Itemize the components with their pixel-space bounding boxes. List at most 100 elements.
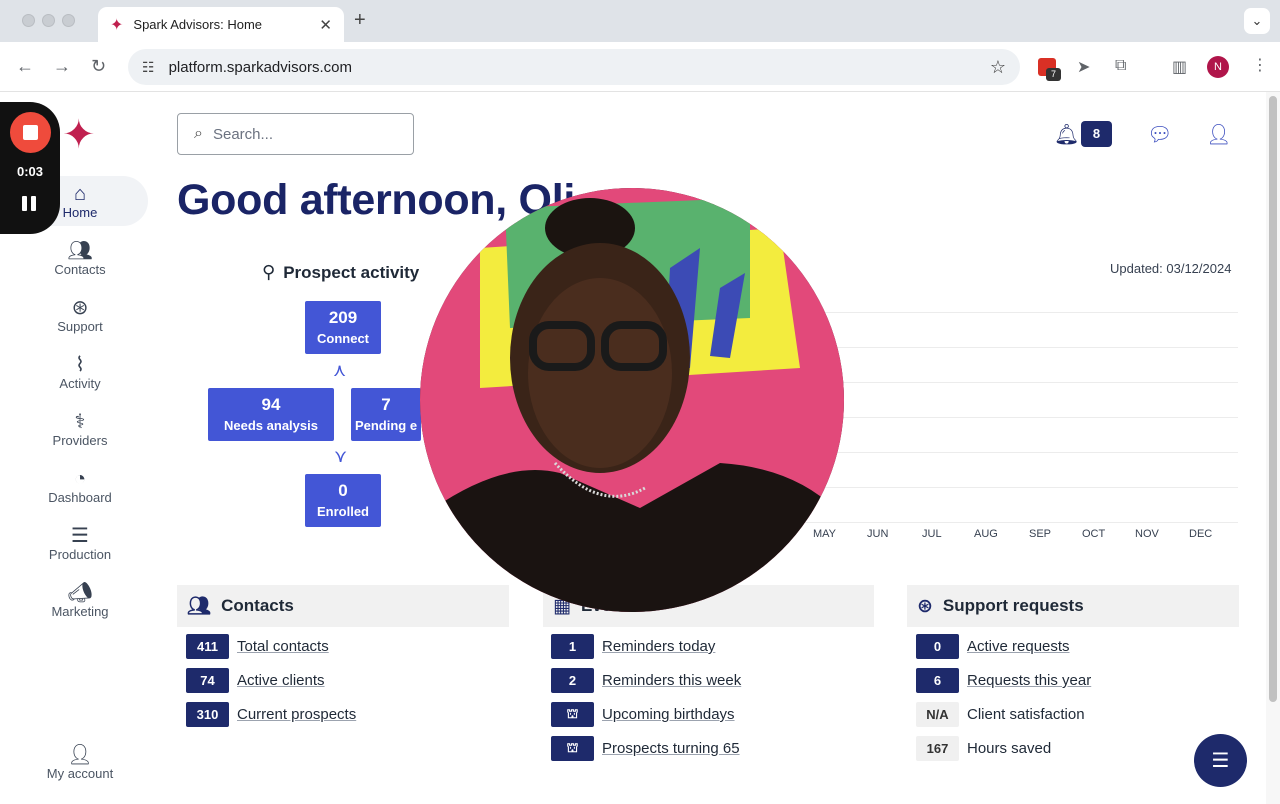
funnel-connect[interactable]: 209 Connect <box>305 301 381 354</box>
profile-avatar[interactable]: N <box>1207 56 1229 78</box>
browser-tab[interactable]: ✦ Spark Advisors: Home ✕ <box>98 7 344 42</box>
search-placeholder: Search... <box>212 125 273 143</box>
new-tab-icon[interactable]: + <box>354 9 366 32</box>
contacts-row-total[interactable]: 411 Total contacts <box>186 634 329 659</box>
events-row-turning-65[interactable]: ⛫ Prospects turning 65 <box>551 736 740 761</box>
pause-icon <box>31 196 36 211</box>
funnel-needs-analysis[interactable]: 94 Needs analysis <box>208 388 334 441</box>
reload-icon[interactable]: ↻ <box>91 56 106 77</box>
funnel-enrolled[interactable]: 0 Enrolled <box>305 474 381 527</box>
contacts-row-prospects[interactable]: 310 Current prospects <box>186 702 356 727</box>
sidebar-item-label: Activity <box>59 375 101 391</box>
sidebar-item-production[interactable]: ☰ Production <box>12 518 148 568</box>
add-user-icon[interactable]: 👤︎ <box>1206 122 1231 147</box>
screen-recorder-widget: 0:03 <box>0 102 60 234</box>
back-icon[interactable]: ← <box>16 56 34 77</box>
tab-search-chevron-icon[interactable]: ⌄ <box>1244 8 1270 34</box>
contacts-panel-header: 👥︎ Contacts <box>177 585 509 627</box>
close-window-button[interactable] <box>22 14 35 27</box>
users-icon: 👥︎ <box>187 596 212 617</box>
sidebar-item-label: Providers <box>52 432 108 448</box>
row-label[interactable]: Requests this year <box>967 672 1091 689</box>
messages-heart-icon[interactable]: 💬︎ <box>1147 122 1172 147</box>
row-label[interactable]: Reminders today <box>602 638 715 655</box>
close-tab-icon[interactable]: ✕ <box>319 16 332 34</box>
sidebar-item-my-account[interactable]: 👤︎ My account <box>12 737 148 787</box>
count-chip: N/A <box>916 702 959 727</box>
extensions-puzzle-icon[interactable]: ⧉ <box>1115 57 1126 75</box>
prospect-activity-label: Prospect activity <box>283 262 420 282</box>
browser-tab-strip: ✦ Spark Advisors: Home ✕ + ⌄ <box>0 0 1280 42</box>
sidebar-item-label: Support <box>57 318 103 334</box>
funnel-pending[interactable]: 7 Pending e <box>351 388 421 441</box>
contacts-title: Contacts <box>221 596 294 615</box>
lifebuoy-icon: ⊛ <box>71 296 89 319</box>
address-bar[interactable]: ☷ platform.sparkadvisors.com ☆ <box>128 49 1020 85</box>
chart-gridline <box>800 452 1238 453</box>
bell-icon[interactable]: 🔔︎ <box>1054 122 1079 147</box>
stop-icon <box>23 125 38 140</box>
sidebar-item-label: Contacts <box>54 261 106 277</box>
row-label[interactable]: Active clients <box>237 672 325 689</box>
url-text: platform.sparkadvisors.com <box>168 58 352 76</box>
support-row-active[interactable]: 0 Active requests <box>916 634 1070 659</box>
split-arrow-icon: ⋏ <box>333 360 347 380</box>
month-label: OCT <box>1082 528 1106 540</box>
row-label[interactable]: Total contacts <box>237 638 329 655</box>
scrollbar-thumb[interactable] <box>1269 96 1277 702</box>
events-row-birthdays[interactable]: ⛫ Upcoming birthdays <box>551 702 735 727</box>
pause-recording-button[interactable] <box>22 196 38 212</box>
search-input[interactable]: ⌕ Search... <box>177 113 414 155</box>
month-label: AUG <box>974 528 998 540</box>
bookmark-star-icon[interactable]: ☆ <box>990 57 1006 78</box>
sidebar-item-activity[interactable]: ⌇ Activity <box>12 347 148 397</box>
chart-gridline <box>800 522 1238 523</box>
users-icon: 👥︎ <box>67 239 93 262</box>
cursor-extension-icon[interactable]: ➤ <box>1077 57 1090 77</box>
chart-gridline <box>800 312 1238 313</box>
sidebar-item-label: Home <box>62 204 98 220</box>
count-chip: 74 <box>186 668 229 693</box>
recording-timer: 0:03 <box>16 164 44 179</box>
contacts-row-active[interactable]: 74 Active clients <box>186 668 325 693</box>
hook-icon: ⚲ <box>262 262 276 282</box>
funnel-label: Enrolled <box>316 504 369 519</box>
support-row-hours: 167 Hours saved <box>916 736 1051 761</box>
support-row-year[interactable]: 6 Requests this year <box>916 668 1091 693</box>
sidebar-item-label: Marketing <box>51 603 109 619</box>
count-chip: 1 <box>551 634 594 659</box>
activity-icon: ⌇ <box>75 353 85 376</box>
browser-menu-icon[interactable]: ⋮ <box>1252 55 1268 75</box>
sidebar-item-dashboard[interactable]: ◔ Dashboard <box>12 461 148 511</box>
webcam-feed-image <box>420 188 844 612</box>
megaphone-icon: 📣︎ <box>67 581 93 604</box>
side-panel-icon[interactable]: ▥ <box>1172 57 1187 77</box>
stop-recording-button[interactable] <box>10 112 51 153</box>
sidebar-item-providers[interactable]: ⚕ Providers <box>12 404 148 454</box>
row-label[interactable]: Active requests <box>967 638 1070 655</box>
sidebar-item-contacts[interactable]: 👥︎ Contacts <box>12 233 148 283</box>
row-label[interactable]: Prospects turning 65 <box>602 740 740 757</box>
month-label: MAY <box>813 528 837 540</box>
pause-icon <box>22 196 27 211</box>
forward-icon[interactable]: → <box>53 56 71 77</box>
minimize-window-button[interactable] <box>42 14 55 27</box>
events-row-today[interactable]: 1 Reminders today <box>551 634 715 659</box>
row-label[interactable]: Upcoming birthdays <box>602 706 735 723</box>
row-label[interactable]: Current prospects <box>237 706 356 723</box>
updated-date: Updated: 03/12/2024 <box>1110 261 1232 276</box>
spark-logo-icon[interactable]: ✦ <box>62 115 96 155</box>
sidebar-item-marketing[interactable]: 📣︎ Marketing <box>12 575 148 625</box>
webcam-overlay[interactable] <box>420 188 844 612</box>
events-row-week[interactable]: 2 Reminders this week <box>551 668 741 693</box>
chat-support-button[interactable]: ☰ <box>1194 734 1247 787</box>
sidebar-item-support[interactable]: ⊛ Support <box>12 290 148 340</box>
count-chip: 6 <box>916 668 959 693</box>
funnel-value: 94 <box>261 395 281 414</box>
funnel-value: 7 <box>381 395 391 414</box>
funnel-value: 209 <box>328 308 358 327</box>
row-label[interactable]: Reminders this week <box>602 672 741 689</box>
site-settings-icon[interactable]: ☷ <box>142 59 155 76</box>
count-chip: 411 <box>186 634 229 659</box>
maximize-window-button[interactable] <box>62 14 75 27</box>
